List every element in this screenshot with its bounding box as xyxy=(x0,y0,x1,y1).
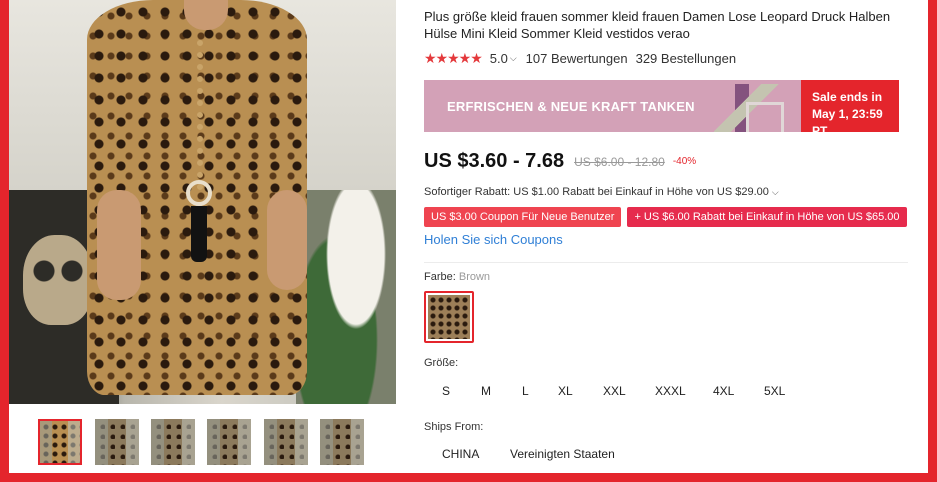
chevron-down-icon: ⌵ xyxy=(771,187,779,197)
sale-countdown: Sale ends in May 1, 23:59 PT xyxy=(801,80,899,132)
ship-option-china[interactable]: CHINA xyxy=(442,447,479,461)
thumbnail-3[interactable] xyxy=(151,419,195,465)
skull-decor xyxy=(23,235,93,325)
new-user-coupon[interactable]: US $3.00 Coupon Für Neue Benutzer xyxy=(424,207,622,227)
banner-title: ERFRISCHEN & NEUE KRAFT TANKEN xyxy=(447,99,695,114)
reviews-link[interactable]: 107 Bewertungen xyxy=(526,51,628,66)
size-option-xl[interactable]: XL xyxy=(558,384,573,398)
rating-row: ★★★★★ 5.0 ⌵ 107 Bewertungen 329 Bestellu… xyxy=(424,50,736,66)
color-value: Brown xyxy=(458,271,491,283)
rating-value: 5.0 xyxy=(489,50,508,66)
peace-pendant xyxy=(186,180,212,206)
product-page: Plus größe kleid frauen sommer kleid fra… xyxy=(9,0,928,473)
price-row: US $3.60 - 7.68 US $6.00 - 12.80 -40% xyxy=(424,150,696,173)
divider xyxy=(424,262,908,263)
get-coupons-link[interactable]: Holen Sie sich Coupons xyxy=(424,232,563,247)
thumbnail-2[interactable] xyxy=(95,419,139,465)
current-price: US $3.60 - 7.68 xyxy=(424,150,565,172)
size-option-4xl[interactable]: 4XL xyxy=(713,384,734,398)
size-option-m[interactable]: M xyxy=(481,384,491,398)
size-option-l[interactable]: L xyxy=(522,384,529,398)
bead-necklace xyxy=(197,40,207,190)
ships-from-label: Ships From: xyxy=(424,421,484,433)
main-product-image[interactable] xyxy=(9,0,396,404)
plant-decor xyxy=(296,190,396,404)
thumbnail-4[interactable] xyxy=(207,419,251,465)
thumbnail-6[interactable] xyxy=(320,419,364,465)
chevron-down-icon[interactable]: ⌵ xyxy=(510,53,517,64)
color-swatch-brown[interactable] xyxy=(424,291,474,343)
coupon-row: US $3.00 Coupon Für Neue Benutzer + US $… xyxy=(424,207,913,227)
thumbnail-5[interactable] xyxy=(264,419,308,465)
product-title: Plus größe kleid frauen sommer kleid fra… xyxy=(424,9,891,41)
color-label: Farbe: Brown xyxy=(424,271,491,283)
discount-coupon[interactable]: + US $6.00 Rabatt bei Einkauf in Höhe vo… xyxy=(627,207,907,227)
star-rating-icon: ★★★★★ xyxy=(424,49,483,66)
size-option-5xl[interactable]: 5XL xyxy=(764,384,785,398)
size-option-xxxl[interactable]: XXXL xyxy=(655,384,686,398)
discount-badge: -40% xyxy=(672,156,697,167)
original-price: US $6.00 - 12.80 xyxy=(574,154,665,169)
thumbnail-1[interactable] xyxy=(38,419,82,465)
ships-from-options: CHINA Vereinigten Staaten xyxy=(424,447,824,463)
size-label: Größe: xyxy=(424,357,459,369)
tassel xyxy=(191,206,207,262)
size-options: S M L XL XXL XXXL 4XL 5XL xyxy=(424,384,824,400)
promo-banner[interactable]: ERFRISCHEN & NEUE KRAFT TANKEN Sale ends… xyxy=(424,80,899,132)
thumbnail-strip xyxy=(38,419,398,467)
size-option-xxl[interactable]: XXL xyxy=(603,384,626,398)
orders-count: 329 Bestellungen xyxy=(635,50,737,66)
instant-rebate[interactable]: Sofortiger Rabatt: US $1.00 Rabatt bei E… xyxy=(424,186,788,198)
size-option-s[interactable]: S xyxy=(442,384,450,398)
ship-option-usa[interactable]: Vereinigten Staaten xyxy=(510,447,615,461)
